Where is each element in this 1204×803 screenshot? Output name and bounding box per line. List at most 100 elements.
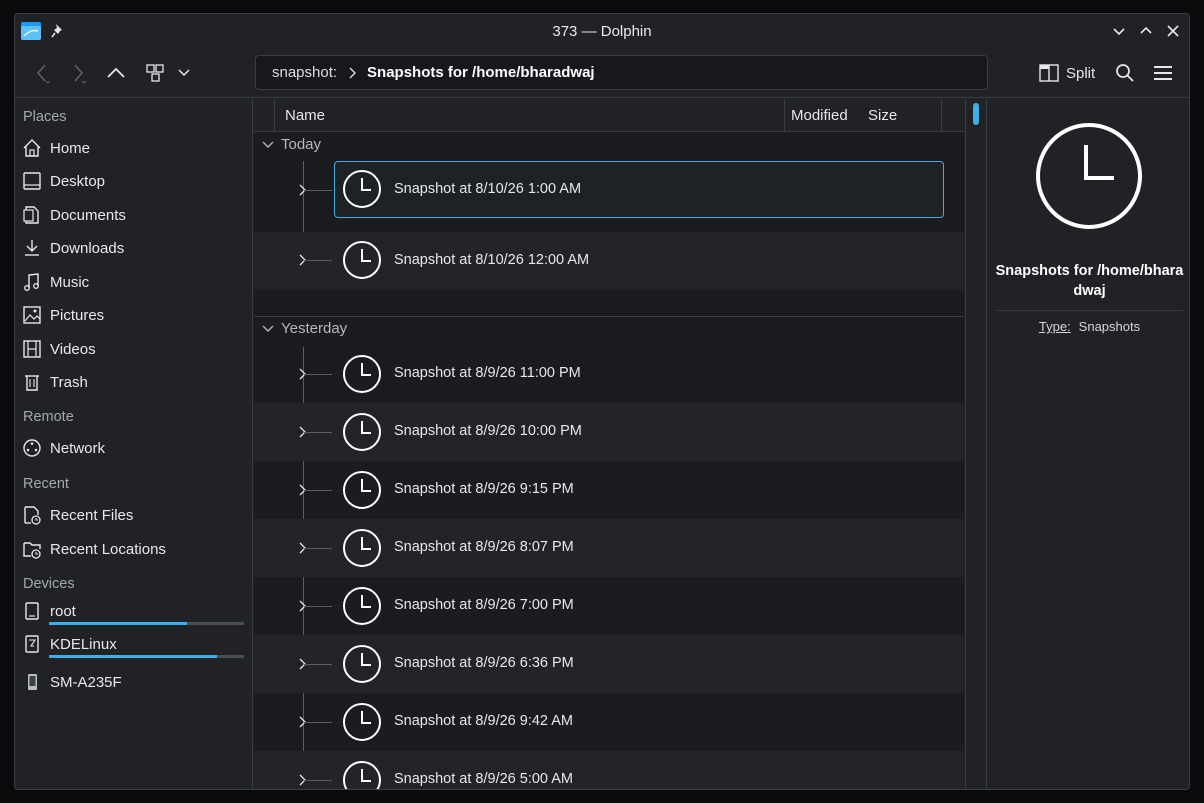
sidebar-item-kdelinux[interactable]: KDELinux	[21, 632, 247, 656]
toolbar: snapshot: Snapshots for /home/bharadwaj …	[15, 50, 1189, 98]
name-column-label: Name	[285, 107, 326, 124]
sidebar-item-label: Videos	[50, 340, 96, 358]
sidebar-item-trash[interactable]: Trash	[21, 367, 247, 397]
kdelinux-usage-fill	[49, 655, 217, 658]
sidebar-item-label: Recent Locations	[50, 540, 166, 558]
clock-icon	[343, 703, 381, 741]
breadcrumb-current[interactable]: Snapshots for /home/bharadwaj	[367, 64, 595, 81]
split-label: Split	[1066, 64, 1096, 82]
sidebar-item-recent-files[interactable]: Recent Files	[21, 500, 247, 530]
file-list-view[interactable]: Name Modified Size Today Snapshot at 8/1…	[254, 99, 964, 789]
forward-button[interactable]	[65, 60, 91, 86]
sidebar-item-music[interactable]: Music	[21, 267, 247, 297]
chevron-down-icon	[262, 325, 274, 332]
list-item[interactable]: Snapshot at 8/9/26 5:00 AM	[254, 751, 964, 789]
sidebar-item-label: Desktop	[50, 172, 106, 190]
clock-icon	[343, 170, 381, 208]
sidebar-item-documents[interactable]: Documents	[21, 200, 247, 230]
back-button[interactable]	[29, 60, 55, 86]
window-title: 373 — Dolphin	[552, 23, 652, 40]
tree-branch	[304, 190, 332, 191]
tree-branch	[304, 490, 332, 491]
minimize-icon[interactable]	[1110, 22, 1128, 40]
snapshot-name: Snapshot at 8/9/26 8:07 PM	[394, 539, 574, 555]
group-label: Today	[281, 136, 322, 153]
modified-column-label: Modified	[791, 107, 848, 124]
sidebar-item-label: root	[50, 602, 76, 620]
sidebar-item-label: KDELinux	[50, 635, 117, 653]
sidebar-item-pictures[interactable]: Pictures	[21, 300, 247, 330]
view-mode-dropdown[interactable]	[171, 60, 197, 86]
sidebar-item-network[interactable]: Network	[21, 433, 247, 463]
list-item[interactable]: Snapshot at 8/9/26 9:42 AM	[254, 693, 964, 751]
sidebar-item-videos[interactable]: Videos	[21, 334, 247, 364]
sidebar-item-label: Network	[50, 439, 106, 457]
snapshot-name: Snapshot at 8/9/26 5:00 AM	[394, 771, 573, 787]
snapshot-name: Snapshot at 8/9/26 9:15 PM	[394, 481, 574, 497]
size-column-header[interactable]: Size	[862, 99, 942, 132]
music-icon	[21, 271, 43, 293]
sidebar-item-label: SM-A235F	[50, 673, 122, 691]
places-heading: Places	[23, 109, 67, 125]
column-header-end	[941, 99, 964, 132]
list-item[interactable]: Snapshot at 8/10/26 1:00 AM	[254, 161, 964, 219]
list-item[interactable]: Snapshot at 8/10/26 12:00 AM	[254, 232, 964, 290]
desktop-icon	[21, 170, 43, 192]
remote-heading: Remote	[23, 409, 74, 425]
forward-arrow-icon	[74, 64, 87, 84]
group-header-yesterday[interactable]: Yesterday	[262, 320, 347, 337]
info-type-label: Type:	[1038, 319, 1071, 334]
tree-branch	[304, 722, 332, 723]
clock-icon	[343, 413, 381, 451]
videos-icon	[21, 338, 43, 360]
sidebar-item-recent-locations[interactable]: Recent Locations	[21, 534, 247, 564]
clock-icon	[343, 645, 381, 683]
list-item[interactable]: Snapshot at 8/9/26 9:15 PM	[254, 461, 964, 519]
list-item[interactable]: Snapshot at 8/9/26 8:07 PM	[254, 519, 964, 577]
size-column-label: Size	[868, 107, 898, 124]
sidebar-item-sm-a235f[interactable]: SM-A235F	[21, 667, 247, 697]
list-item[interactable]: Snapshot at 8/9/26 7:00 PM	[254, 577, 964, 635]
drive-icon	[21, 600, 43, 622]
vertical-scrollbar[interactable]	[965, 99, 987, 789]
sidebar-item-desktop[interactable]: Desktop	[21, 166, 247, 196]
group-header-today[interactable]: Today	[262, 136, 321, 153]
breadcrumb-root[interactable]: snapshot:	[272, 64, 337, 81]
name-column-header[interactable]: Name	[274, 99, 784, 132]
phone-icon	[21, 671, 43, 693]
tree-branch	[304, 548, 332, 549]
snapshot-name: Snapshot at 8/9/26 7:00 PM	[394, 597, 574, 613]
downloads-icon	[21, 237, 43, 259]
pictures-icon	[21, 304, 43, 326]
list-item[interactable]: Snapshot at 8/9/26 11:00 PM	[254, 345, 964, 403]
split-button[interactable]: Split	[1039, 61, 1095, 85]
menu-button[interactable]	[1150, 60, 1176, 86]
group-divider	[254, 316, 964, 317]
clock-icon	[343, 355, 381, 393]
chevron-down-icon	[178, 69, 190, 77]
devices-heading: Devices	[23, 576, 75, 592]
list-item[interactable]: Snapshot at 8/9/26 6:36 PM	[254, 635, 964, 693]
snapshot-name: Snapshot at 8/10/26 1:00 AM	[394, 181, 582, 197]
home-icon	[21, 137, 43, 159]
dolphin-window: 373 — Dolphin snapshot: Snapshots for /h…	[14, 13, 1190, 790]
breadcrumb[interactable]: snapshot: Snapshots for /home/bharadwaj	[255, 55, 988, 90]
modified-column-header[interactable]: Modified	[784, 99, 862, 132]
maximize-icon[interactable]	[1137, 22, 1155, 40]
scrollbar-thumb[interactable]	[973, 103, 979, 125]
sidebar-item-downloads[interactable]: Downloads	[21, 233, 247, 263]
column-header: Name Modified Size	[254, 99, 964, 132]
view-mode-button[interactable]	[142, 60, 168, 86]
hamburger-menu-icon	[1154, 66, 1172, 80]
info-type-row: Type: Snapshots	[988, 319, 1189, 334]
list-item[interactable]: Snapshot at 8/9/26 10:00 PM	[254, 403, 964, 461]
up-button[interactable]	[103, 60, 129, 86]
sidebar-item-root[interactable]: root	[21, 599, 247, 623]
network-icon	[21, 437, 43, 459]
recent-files-icon	[21, 504, 43, 526]
info-type-value: Snapshots	[1078, 319, 1141, 334]
chevron-right-icon	[349, 67, 357, 79]
search-button[interactable]	[1112, 60, 1138, 86]
close-icon[interactable]	[1164, 22, 1182, 40]
sidebar-item-home[interactable]: Home	[21, 133, 247, 163]
